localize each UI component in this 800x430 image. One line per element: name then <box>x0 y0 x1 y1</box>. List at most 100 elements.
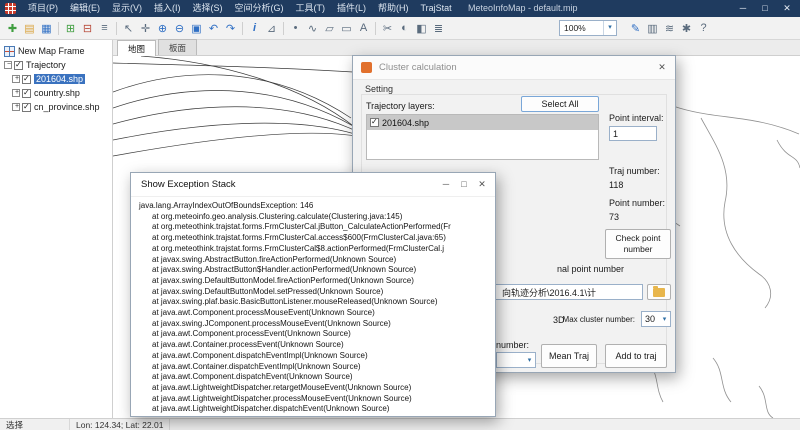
zoom-next-icon[interactable]: ↷ <box>222 20 239 37</box>
coastline-path <box>713 358 731 402</box>
tree-collapse-icon[interactable] <box>4 61 12 69</box>
add-to-traj-button[interactable]: Add to traj <box>605 344 667 368</box>
minimize-button[interactable]: ─ <box>732 0 754 17</box>
zoom-previous-icon[interactable]: ↶ <box>205 20 222 37</box>
maximize-button[interactable]: □ <box>754 0 776 17</box>
trajectory-layer-list[interactable]: 201604.shp <box>366 114 599 160</box>
point-interval-input[interactable]: 1 <box>609 126 657 141</box>
tab-map[interactable]: 地图 <box>117 40 156 56</box>
trajectory-path <box>113 133 356 156</box>
settings-icon[interactable]: ✱ <box>678 20 695 37</box>
stack-trace-line: at javax.swing.AbstractButton.fireAction… <box>139 255 491 266</box>
stack-trace-line: at org.meteothink.trajstat.forms.FrmClus… <box>139 233 491 244</box>
menu-help[interactable]: 帮助(H) <box>372 0 415 17</box>
layer-group-checkbox[interactable] <box>14 61 23 70</box>
overlay-icon[interactable]: ◧ <box>413 20 430 37</box>
layer-group-trajectory[interactable]: Trajectory <box>0 58 112 72</box>
close-icon[interactable]: ✕ <box>653 62 671 73</box>
menu-insert[interactable]: 插入(I) <box>148 0 187 17</box>
layer-item-country[interactable]: country.shp <box>0 86 112 100</box>
projection-icon[interactable]: ◐ <box>396 20 413 37</box>
stack-trace-line: at java.awt.LightweightDispatcher.retarg… <box>139 383 491 394</box>
tree-expand-icon[interactable] <box>12 89 20 97</box>
menu-trajstat[interactable]: TrajStat <box>415 0 458 17</box>
coastline-path <box>701 118 771 308</box>
chevron-down-icon: ▾ <box>524 356 535 364</box>
maximize-button[interactable]: □ <box>455 179 473 190</box>
edit-icon[interactable]: ✎ <box>627 20 644 37</box>
draw-polyline-icon[interactable]: ∿ <box>304 20 321 37</box>
stack-trace-line: at java.awt.Component.processEvent(Unkno… <box>139 329 491 340</box>
stack-trace-line: at org.meteothink.trajstat.forms.FrmClus… <box>139 244 491 255</box>
draw-rectangle-icon[interactable]: ▭ <box>338 20 355 37</box>
open-icon[interactable]: ▤ <box>21 20 38 37</box>
close-button[interactable]: ✕ <box>776 0 798 17</box>
dialog-title-bar[interactable]: Cluster calculation ✕ <box>353 56 675 80</box>
chevron-down-icon[interactable]: ▾ <box>603 21 616 35</box>
menu-spatial-analysis[interactable]: 空间分析(G) <box>229 0 290 17</box>
menu-bar: 项目(P) 编辑(E) 显示(V) 插入(I) 选择(S) 空间分析(G) 工具… <box>0 0 800 17</box>
tree-expand-icon[interactable] <box>12 75 20 83</box>
clip-icon[interactable]: ✂ <box>379 20 396 37</box>
zoom-level-combo[interactable]: 100% ▾ <box>559 20 617 36</box>
check-point-number-button[interactable]: Check point number <box>605 229 671 259</box>
insert-text-icon[interactable]: A <box>355 20 372 37</box>
pan-icon[interactable]: ✛ <box>137 20 154 37</box>
folder-icon <box>653 288 665 297</box>
menu-view[interactable]: 显示(V) <box>106 0 148 17</box>
map-frame-item[interactable]: New Map Frame <box>0 44 112 58</box>
cluster-number-combo[interactable]: ▾ <box>496 352 536 368</box>
zoom-out-icon[interactable]: ⊖ <box>171 20 188 37</box>
list-item[interactable]: 201604.shp <box>367 115 598 130</box>
new-icon[interactable]: ✚ <box>4 20 21 37</box>
max-cluster-number-combo[interactable]: 30 ▾ <box>641 311 671 327</box>
status-mode: 选择 <box>0 419 70 430</box>
menu-edit[interactable]: 编辑(E) <box>64 0 106 17</box>
stack-trace-line: at org.meteothink.trajstat.forms.FrmClus… <box>139 222 491 233</box>
script-icon[interactable]: ≋ <box>661 20 678 37</box>
layer-checkbox[interactable] <box>22 89 31 98</box>
menu-tools[interactable]: 工具(T) <box>290 0 332 17</box>
trajectory-path <box>113 123 355 140</box>
chart-icon[interactable]: ▥ <box>644 20 661 37</box>
menu-project[interactable]: 项目(P) <box>22 0 64 17</box>
layers-icon[interactable]: ≡ <box>96 20 113 37</box>
trajectory-path <box>113 75 351 118</box>
stack-trace-line: at java.awt.Container.processEvent(Unkno… <box>139 340 491 351</box>
layer-checkbox[interactable] <box>22 75 31 84</box>
save-icon[interactable]: ▦ <box>38 20 55 37</box>
chevron-down-icon: ▾ <box>659 315 670 323</box>
draw-polygon-icon[interactable]: ▱ <box>321 20 338 37</box>
menu-plugins[interactable]: 插件(L) <box>331 0 372 17</box>
layer-item-201604[interactable]: 201604.shp <box>0 72 112 86</box>
zoom-in-icon[interactable]: ⊕ <box>154 20 171 37</box>
remove-layer-icon[interactable]: ⊟ <box>79 20 96 37</box>
select-icon[interactable]: ↖ <box>120 20 137 37</box>
stack-trace-area[interactable]: java.lang.ArrayIndexOutOfBoundsException… <box>131 197 495 416</box>
select-all-button[interactable]: Select All <box>521 96 599 112</box>
mean-traj-button[interactable]: Mean Traj <box>541 344 597 368</box>
traj-number-label: Traj number: <box>609 166 660 176</box>
browse-folder-button[interactable] <box>647 284 671 300</box>
help-icon[interactable]: ? <box>695 20 712 37</box>
final-point-number-label: nal point number <box>557 264 624 274</box>
stack-trace-line: at java.awt.Component.processMouseEvent(… <box>139 308 491 319</box>
identify-icon[interactable]: i <box>246 20 263 37</box>
layer-checkbox[interactable] <box>22 103 31 112</box>
add-layer-icon[interactable]: ⊞ <box>62 20 79 37</box>
menu-select[interactable]: 选择(S) <box>187 0 229 17</box>
layer-item-cn-province[interactable]: cn_province.shp <box>0 100 112 114</box>
dialog-title: Cluster calculation <box>379 62 457 73</box>
zoom-level-value: 100% <box>560 23 603 33</box>
tree-expand-icon[interactable] <box>12 103 20 111</box>
layer-checkbox[interactable] <box>370 118 379 127</box>
close-button[interactable]: ✕ <box>473 179 491 190</box>
minimize-button[interactable]: ─ <box>437 179 455 190</box>
full-extent-icon[interactable]: ▣ <box>188 20 205 37</box>
dialog-title-bar[interactable]: Show Exception Stack ─ □ ✕ <box>131 173 495 197</box>
tab-layout[interactable]: 板面 <box>158 39 197 55</box>
attribute-table-icon[interactable]: ≣ <box>430 20 447 37</box>
draw-point-icon[interactable]: • <box>287 20 304 37</box>
trajectory-layers-label: Trajectory layers: <box>366 101 435 111</box>
measure-icon[interactable]: ⊿ <box>263 20 280 37</box>
